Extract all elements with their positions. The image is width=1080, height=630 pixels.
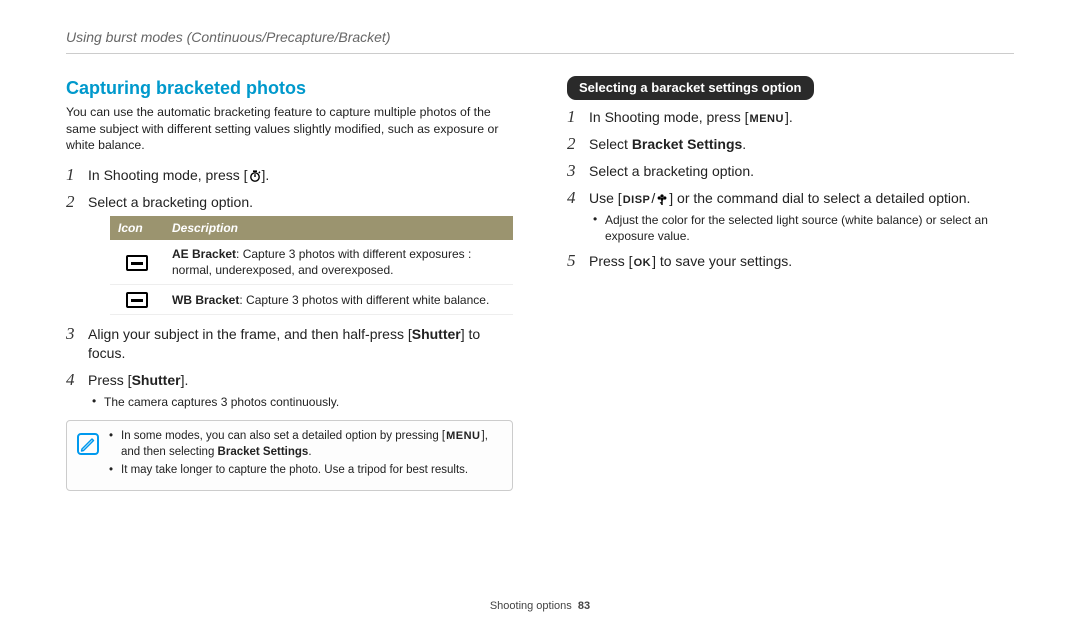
note-text: In some modes, you can also set a detail… bbox=[121, 430, 445, 442]
footer-section: Shooting options bbox=[490, 600, 572, 612]
right-column: Selecting a baracket settings option In … bbox=[567, 76, 1014, 491]
step-text-tail: ]. bbox=[785, 109, 793, 125]
step-text: Align your subject in the frame, and the… bbox=[88, 326, 412, 342]
page-footer: Shooting options 83 bbox=[0, 599, 1080, 614]
timer-icon bbox=[248, 169, 262, 183]
sub-item: Adjust the color for the selected light … bbox=[593, 212, 1014, 244]
rstep-4: Use [DISP/] or the command dial to selec… bbox=[567, 189, 1014, 244]
step-sub: The camera captures 3 photos continuousl… bbox=[88, 394, 513, 410]
step-text: In Shooting mode, press [ bbox=[589, 109, 749, 125]
menu-key: MENU bbox=[749, 114, 785, 125]
selecting-bracket-tab: Selecting a baracket settings option bbox=[567, 76, 814, 101]
right-steps: In Shooting mode, press [MENU]. Select B… bbox=[567, 108, 1014, 271]
step-text: Select a bracketing option. bbox=[589, 163, 754, 179]
two-column-layout: Capturing bracketed photos You can use t… bbox=[66, 76, 1014, 491]
macro-flower-icon bbox=[655, 192, 669, 206]
step-4: Press [Shutter]. The camera captures 3 p… bbox=[66, 371, 513, 410]
note-item: In some modes, you can also set a detail… bbox=[109, 429, 502, 460]
note-list: In some modes, you can also set a detail… bbox=[109, 429, 502, 482]
step-text: Press [ bbox=[589, 253, 633, 269]
step-text-tail: . bbox=[742, 136, 746, 152]
note-item: It may take longer to capture the photo.… bbox=[109, 463, 502, 479]
rstep-1: In Shooting mode, press [MENU]. bbox=[567, 108, 1014, 127]
note-box: In some modes, you can also set a detail… bbox=[66, 420, 513, 491]
note-text: . bbox=[308, 446, 311, 458]
rstep-5: Press [OK] to save your settings. bbox=[567, 252, 1014, 271]
step-3: Align your subject in the frame, and the… bbox=[66, 325, 513, 363]
wb-bracket-icon bbox=[126, 292, 148, 308]
bracket-table: Icon Description AE Bracket: Capture 3 p… bbox=[110, 216, 513, 315]
step-2: Select a bracketing option. Icon Descrip… bbox=[66, 193, 513, 315]
step-bold: Shutter bbox=[412, 326, 461, 342]
th-icon: Icon bbox=[110, 216, 164, 240]
table-row: WB Bracket: Capture 3 photos with differ… bbox=[110, 285, 513, 315]
ae-bracket-icon bbox=[126, 255, 148, 271]
step-text-tail: ]. bbox=[262, 167, 270, 183]
step-text: Use [ bbox=[589, 190, 622, 206]
step-sub: Adjust the color for the selected light … bbox=[589, 212, 1014, 244]
footer-page: 83 bbox=[578, 600, 590, 612]
step-text: Select a bracketing option. bbox=[88, 194, 253, 210]
sub-item: The camera captures 3 photos continuousl… bbox=[92, 394, 513, 410]
menu-key: MENU bbox=[445, 431, 481, 442]
th-desc: Description bbox=[164, 216, 513, 240]
disp-key: DISP bbox=[622, 195, 652, 206]
wb-desc: : Capture 3 photos with different white … bbox=[239, 293, 489, 307]
pencil-note-icon bbox=[77, 433, 99, 455]
step-bold: Bracket Settings bbox=[632, 136, 742, 152]
ae-label: AE Bracket bbox=[172, 247, 236, 261]
left-column: Capturing bracketed photos You can use t… bbox=[66, 76, 513, 491]
step-text-tail: ] to save your settings. bbox=[652, 253, 792, 269]
rstep-2: Select Bracket Settings. bbox=[567, 135, 1014, 154]
step-text-tail: ] or the command dial to select a detail… bbox=[669, 190, 970, 206]
manual-page: Using burst modes (Continuous/Precapture… bbox=[0, 0, 1080, 491]
ok-key: OK bbox=[633, 258, 653, 269]
step-text: In Shooting mode, press [ bbox=[88, 167, 248, 183]
table-row: AE Bracket: Capture 3 photos with differ… bbox=[110, 240, 513, 285]
wb-label: WB Bracket bbox=[172, 293, 239, 307]
section-title: Capturing bracketed photos bbox=[66, 76, 513, 100]
intro-paragraph: You can use the automatic bracketing fea… bbox=[66, 104, 513, 154]
step-text: Select bbox=[589, 136, 632, 152]
rstep-3: Select a bracketing option. bbox=[567, 162, 1014, 181]
step-bold: Shutter bbox=[132, 372, 181, 388]
breadcrumb: Using burst modes (Continuous/Precapture… bbox=[66, 28, 1014, 54]
left-steps: In Shooting mode, press []. Select a bra… bbox=[66, 166, 513, 410]
step-text-tail: ]. bbox=[181, 372, 189, 388]
note-bold: Bracket Settings bbox=[218, 446, 309, 458]
step-text: Press [ bbox=[88, 372, 132, 388]
step-1: In Shooting mode, press []. bbox=[66, 166, 513, 185]
